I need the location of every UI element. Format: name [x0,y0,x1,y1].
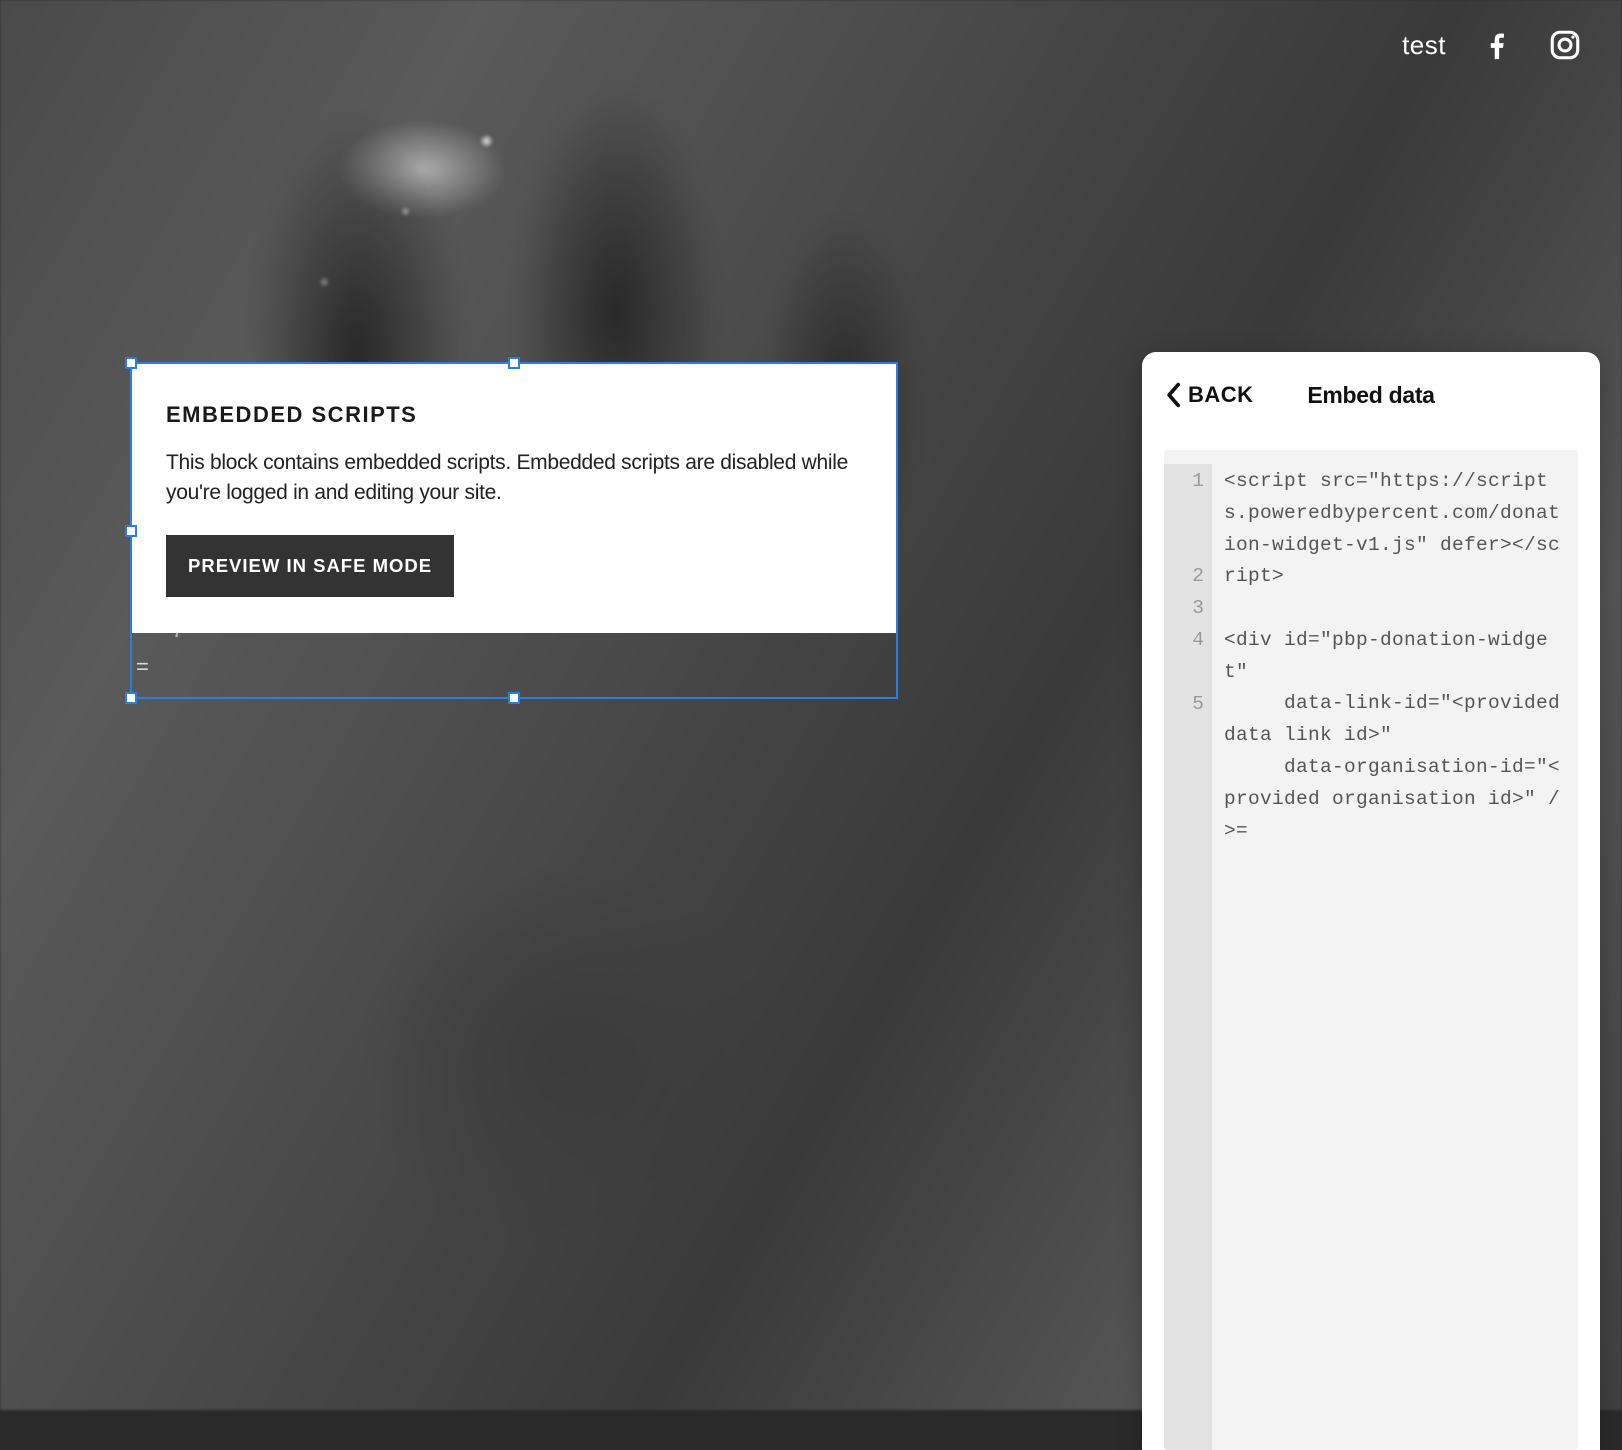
instagram-icon[interactable] [1548,28,1582,62]
line-number: 2 [1164,561,1204,593]
back-label: BACK [1188,382,1254,408]
embedded-scripts-card[interactable]: EMBEDDED SCRIPTS This block contains emb… [132,364,896,633]
resize-handle-bottom-left[interactable] [125,692,137,704]
resize-handle-top-middle[interactable] [508,357,520,369]
code-content[interactable]: <script src="https://scripts.poweredbype… [1212,464,1578,1450]
embed-data-panel: BACK Embed data 1 2 3 4 5 <script src="h… [1142,352,1600,1450]
line-number: 5 [1164,689,1204,753]
embedded-scripts-description: This block contains embedded scripts. Em… [166,448,862,509]
line-number: 4 [1164,625,1204,689]
panel-header: BACK Embed data [1164,378,1578,412]
line-number: 3 [1164,593,1204,625]
top-nav: test [1402,28,1582,62]
nav-link-test[interactable]: test [1402,30,1446,61]
resize-handle-bottom-middle[interactable] [508,692,520,704]
preview-safe-mode-button[interactable]: PREVIEW IN SAFE MODE [166,535,454,597]
line-number-gutter: 1 2 3 4 5 [1164,464,1212,1450]
facebook-icon[interactable] [1480,28,1514,62]
resize-handle-top-left[interactable] [125,357,137,369]
trailing-symbol: = [136,654,149,680]
resize-handle-middle-left[interactable] [125,525,137,537]
code-editor[interactable]: 1 2 3 4 5 <script src="https://scripts.p… [1164,450,1578,1450]
embedded-scripts-heading: EMBEDDED SCRIPTS [166,402,862,428]
chevron-left-icon [1164,382,1182,408]
line-number: 1 [1164,466,1204,561]
back-button[interactable]: BACK [1164,382,1254,408]
panel-title: Embed data [1307,382,1434,409]
